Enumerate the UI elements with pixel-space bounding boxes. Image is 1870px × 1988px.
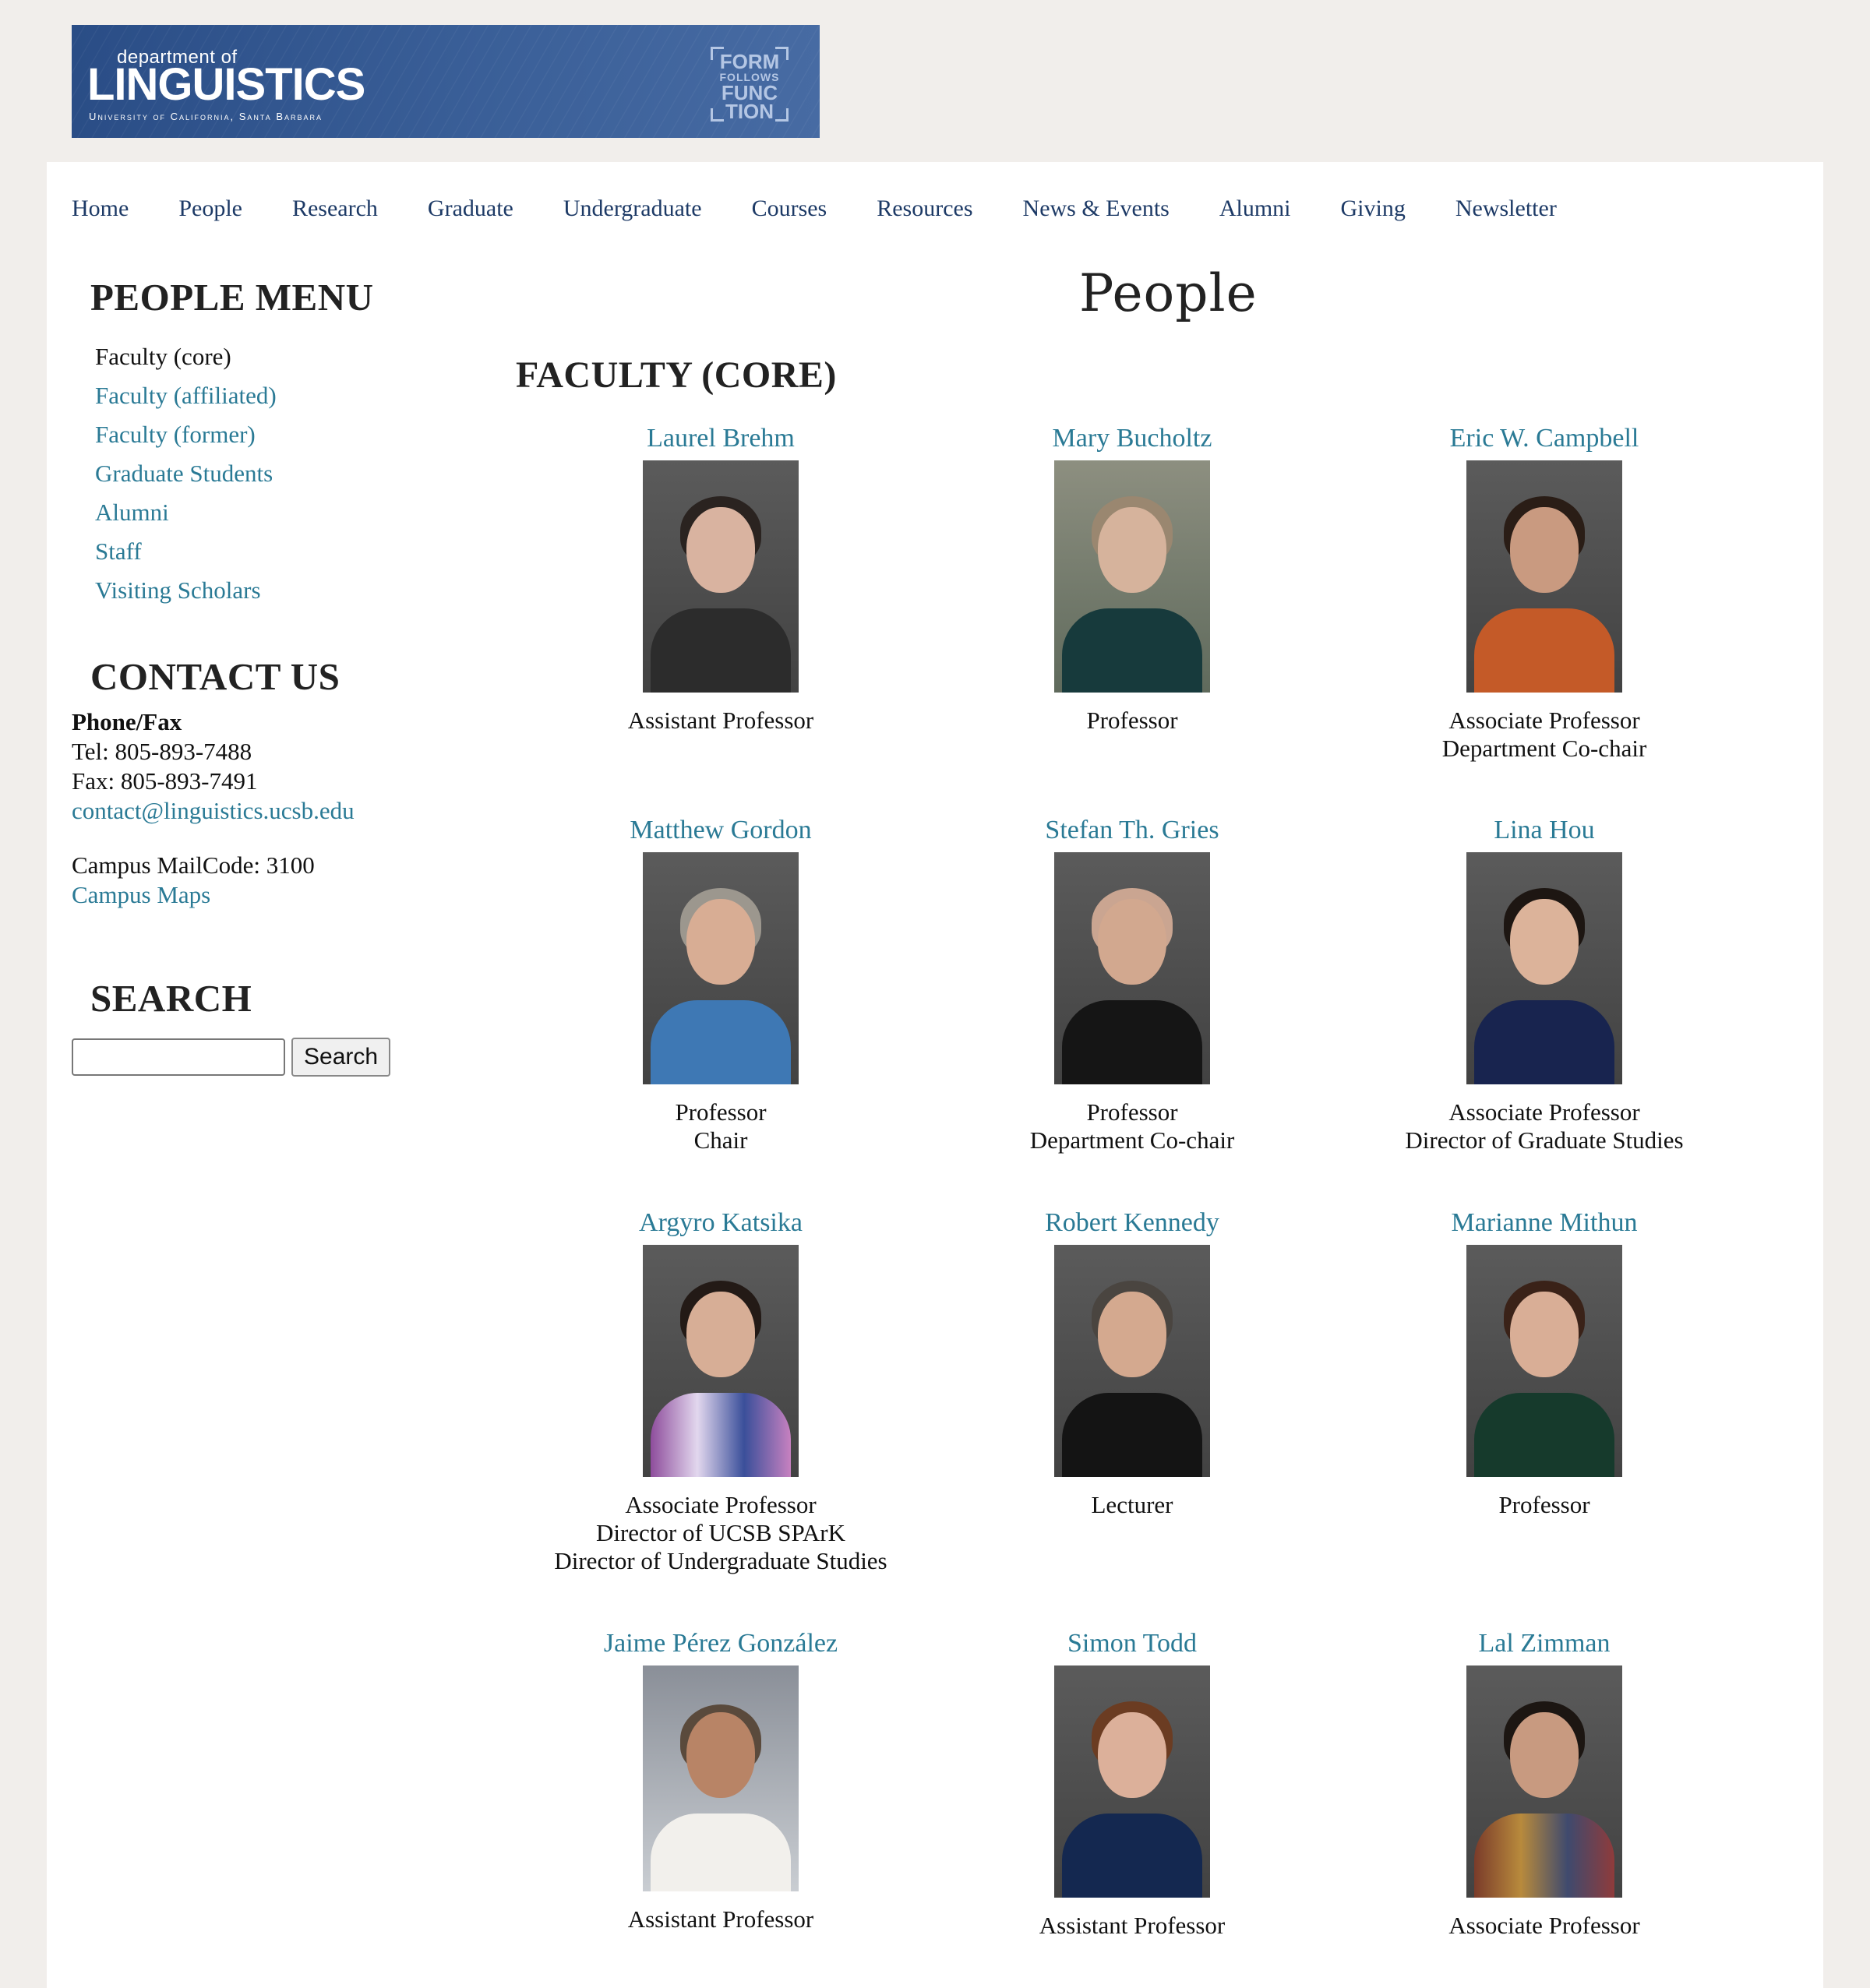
- department-logo-banner[interactable]: department of LINGUISTICS University of …: [72, 25, 820, 138]
- faculty-card: Argyro Katsika Associate Professor Direc…: [518, 1207, 923, 1575]
- people-menu-item-staff[interactable]: Staff: [95, 532, 277, 571]
- faculty-role: Associate Professor: [1448, 707, 1640, 734]
- faculty-role: Professor: [1086, 1098, 1178, 1126]
- faculty-photo[interactable]: [1054, 1245, 1210, 1477]
- search-button[interactable]: Search: [291, 1038, 391, 1077]
- nav-home[interactable]: Home: [72, 187, 129, 234]
- faculty-photo[interactable]: [1466, 1245, 1622, 1477]
- nav-giving[interactable]: Giving: [1341, 187, 1406, 234]
- faculty-name-link[interactable]: Jaime Pérez González: [518, 1628, 923, 1659]
- tel-number: Tel: 805-893-7488: [72, 738, 252, 765]
- main-panel: Home People Research Graduate Undergradu…: [47, 162, 1823, 1988]
- people-menu-item-visiting-scholars[interactable]: Visiting Scholars: [95, 571, 277, 610]
- people-menu-item-faculty-core[interactable]: Faculty (core): [95, 337, 277, 376]
- faculty-role: Lecturer: [1091, 1491, 1173, 1518]
- faculty-name-link[interactable]: Robert Kennedy: [930, 1207, 1335, 1239]
- faculty-name-link[interactable]: Marianne Mithun: [1342, 1207, 1747, 1239]
- faculty-card: Lal Zimman Associate Professor: [1342, 1628, 1747, 1940]
- nav-graduate[interactable]: Graduate: [428, 187, 513, 234]
- people-menu-item-alumni[interactable]: Alumni: [95, 493, 277, 532]
- nav-news-events[interactable]: News & Events: [1023, 187, 1170, 234]
- faculty-role: Director of Graduate Studies: [1405, 1126, 1684, 1154]
- nav-research[interactable]: Research: [292, 187, 378, 234]
- faculty-photo[interactable]: [1466, 460, 1622, 693]
- faculty-name-link[interactable]: Simon Todd: [930, 1628, 1335, 1659]
- faculty-card: Marianne Mithun Professor: [1342, 1207, 1747, 1519]
- main-nav: Home People Research Graduate Undergradu…: [72, 187, 1607, 234]
- nav-alumni[interactable]: Alumni: [1219, 187, 1291, 234]
- faculty-role: Associate Professor: [1448, 1912, 1640, 1939]
- nav-people[interactable]: People: [178, 187, 242, 234]
- faculty-card: Eric W. Campbell Associate Professor Dep…: [1342, 423, 1747, 763]
- faculty-role: Department Co-chair: [1441, 735, 1647, 762]
- faculty-role: Professor: [1086, 707, 1178, 734]
- page-title: People: [1079, 263, 1258, 323]
- faculty-photo[interactable]: [643, 1245, 799, 1477]
- faculty-role: Chair: [693, 1126, 748, 1154]
- faculty-role: Director of UCSB SPArK: [595, 1519, 846, 1546]
- nav-resources[interactable]: Resources: [877, 187, 972, 234]
- faculty-name-link[interactable]: Matthew Gordon: [518, 815, 923, 846]
- faculty-name-link[interactable]: Stefan Th. Gries: [930, 815, 1335, 846]
- logo-university: University of California, Santa Barbara: [89, 111, 323, 122]
- nav-newsletter[interactable]: Newsletter: [1455, 187, 1557, 234]
- campus-mailcode: Campus MailCode: 3100: [72, 851, 315, 879]
- faculty-name-link[interactable]: Eric W. Campbell: [1342, 423, 1747, 454]
- fax-number: Fax: 805-893-7491: [72, 767, 258, 795]
- faculty-name-link[interactable]: Lina Hou: [1342, 815, 1747, 846]
- people-menu-item-graduate-students[interactable]: Graduate Students: [95, 454, 277, 493]
- faculty-name-link[interactable]: Laurel Brehm: [518, 423, 923, 454]
- people-menu-heading: PEOPLE MENU: [90, 276, 374, 319]
- faculty-photo[interactable]: [1054, 1665, 1210, 1898]
- faculty-role: Director of Undergraduate Studies: [554, 1547, 887, 1574]
- faculty-photo[interactable]: [643, 1665, 799, 1891]
- section-title: FACULTY (CORE): [516, 354, 837, 396]
- people-menu: Faculty (core) Faculty (affiliated) Facu…: [95, 337, 277, 610]
- form-follows-function-mark: FORM FOLLOWS FUNC TION: [711, 47, 789, 122]
- nav-courses[interactable]: Courses: [752, 187, 827, 234]
- faculty-role: Professor: [675, 1098, 767, 1126]
- faculty-photo[interactable]: [643, 460, 799, 693]
- logo-dept-name: LINGUISTICS: [87, 59, 365, 110]
- faculty-role: Assistant Professor: [627, 1905, 814, 1933]
- faculty-card: Simon Todd Assistant Professor: [930, 1628, 1335, 1940]
- faculty-photo[interactable]: [1054, 852, 1210, 1084]
- faculty-card: Mary Bucholtz Professor: [930, 423, 1335, 735]
- faculty-name-link[interactable]: Argyro Katsika: [518, 1207, 923, 1239]
- people-menu-item-faculty-former[interactable]: Faculty (former): [95, 415, 277, 454]
- people-menu-item-faculty-affiliated[interactable]: Faculty (affiliated): [95, 376, 277, 415]
- faculty-role: Assistant Professor: [627, 707, 814, 734]
- phone-fax-label: Phone/Fax: [72, 708, 182, 735]
- contact-block: Phone/Fax Tel: 805-893-7488 Fax: 805-893…: [72, 707, 355, 910]
- search-input[interactable]: [72, 1038, 285, 1076]
- contact-heading: CONTACT US: [90, 655, 340, 698]
- faculty-card: Stefan Th. Gries Professor Department Co…: [930, 815, 1335, 1154]
- contact-email-link[interactable]: contact@linguistics.ucsb.edu: [72, 796, 355, 826]
- faculty-card: Robert Kennedy Lecturer: [930, 1207, 1335, 1519]
- faculty-name-link[interactable]: Mary Bucholtz: [930, 423, 1335, 454]
- search-form: Search: [72, 1038, 391, 1077]
- faculty-role: Associate Professor: [1448, 1098, 1640, 1126]
- nav-undergraduate[interactable]: Undergraduate: [563, 187, 702, 234]
- faculty-photo[interactable]: [1054, 460, 1210, 693]
- faculty-card: Jaime Pérez González Assistant Professor: [518, 1628, 923, 1933]
- faculty-role: Associate Professor: [625, 1491, 817, 1518]
- faculty-role: Professor: [1498, 1491, 1590, 1518]
- campus-maps-link[interactable]: Campus Maps: [72, 880, 355, 910]
- search-heading: SEARCH: [90, 977, 252, 1020]
- faculty-card: Matthew Gordon Professor Chair: [518, 815, 923, 1154]
- faculty-photo[interactable]: [1466, 1665, 1622, 1898]
- faculty-card: Lina Hou Associate Professor Director of…: [1342, 815, 1747, 1154]
- faculty-card: Laurel Brehm Assistant Professor: [518, 423, 923, 735]
- faculty-role: Department Co-chair: [1029, 1126, 1235, 1154]
- faculty-role: Assistant Professor: [1039, 1912, 1226, 1939]
- faculty-photo[interactable]: [643, 852, 799, 1084]
- faculty-name-link[interactable]: Lal Zimman: [1342, 1628, 1747, 1659]
- faculty-photo[interactable]: [1466, 852, 1622, 1084]
